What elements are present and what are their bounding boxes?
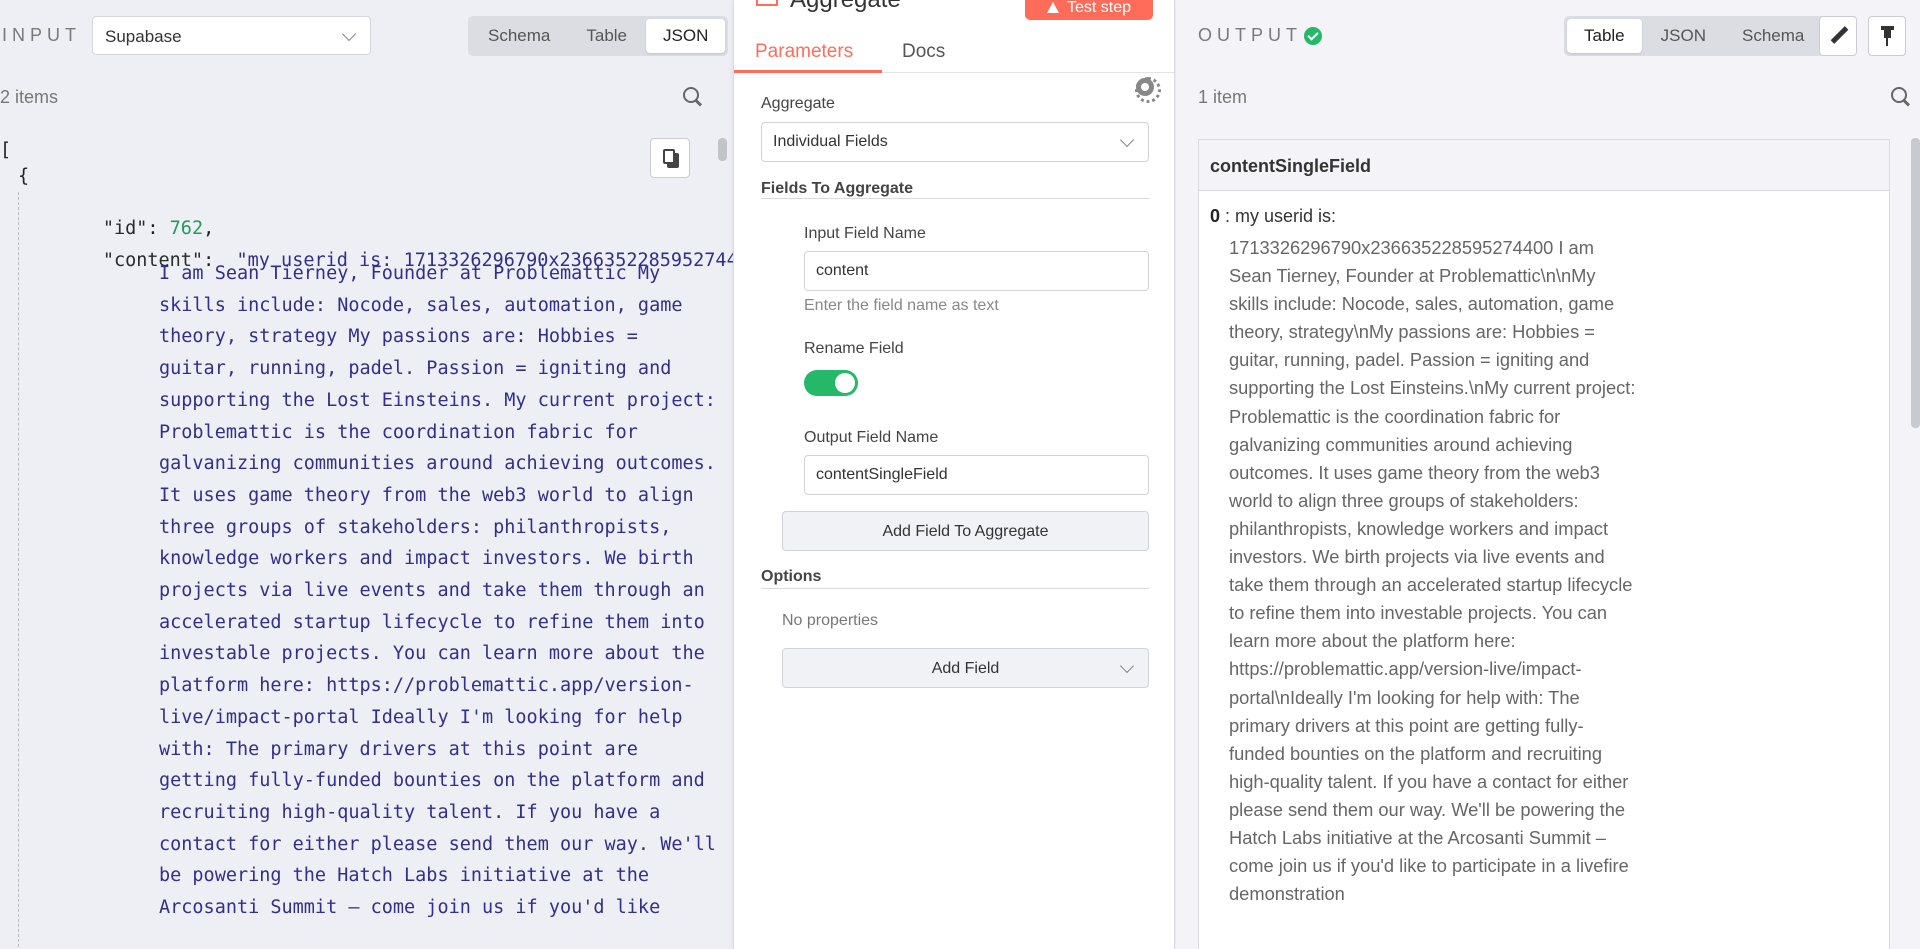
tab-docs[interactable]: Docs: [902, 41, 945, 63]
output-view-table[interactable]: Table: [1567, 19, 1642, 53]
no-properties-text: No properties: [782, 612, 879, 629]
copy-button[interactable]: [650, 138, 690, 178]
copy-icon-front: [663, 149, 675, 164]
output-label: OUTPUT: [1198, 25, 1302, 45]
output-view-json[interactable]: JSON: [1644, 19, 1723, 53]
table-row: 0 : my userid is:: [1210, 206, 1336, 227]
rename-field-toggle[interactable]: [804, 370, 858, 396]
input-panel: INPUT Supabase Schema Table JSON 2 items…: [0, 0, 733, 949]
input-field-name-input[interactable]: content: [804, 251, 1149, 291]
output-scrollbar[interactable]: [1911, 138, 1920, 428]
output-table: contentSingleField 0 : my userid is: 171…: [1198, 139, 1890, 949]
test-step-label: Test step: [1066, 0, 1132, 16]
section-divider: [761, 588, 1149, 589]
node-parameters-panel: Aggregate Test step Parameters Docs Aggr…: [733, 0, 1175, 949]
input-view-switcher: Schema Table JSON: [468, 16, 729, 56]
search-icon[interactable]: [682, 86, 704, 108]
row-index: 0: [1210, 206, 1221, 226]
input-item-count: 2 items: [0, 87, 59, 107]
input-source-value: Supabase: [105, 27, 182, 46]
json-value-content: I am Sean Tierney, Founder at Problematt…: [159, 263, 716, 919]
output-field-name-label: Output Field Name: [804, 429, 939, 446]
gear-icon[interactable]: [1135, 77, 1161, 103]
node-title: Aggregate: [790, 0, 901, 14]
input-scrollbar[interactable]: [718, 138, 727, 161]
aggregate-label: Aggregate: [761, 95, 835, 112]
input-label: INPUT: [2, 25, 81, 45]
output-field-name-input[interactable]: contentSingleField: [804, 455, 1149, 495]
aggregate-select-value: Individual Fields: [773, 133, 888, 150]
input-field-name-label: Input Field Name: [804, 225, 926, 242]
fields-to-aggregate-heading: Fields To Aggregate: [761, 180, 914, 197]
rename-field-label: Rename Field: [804, 340, 904, 357]
test-step-button[interactable]: Test step: [1025, 0, 1153, 20]
toggle-knob: [835, 373, 855, 393]
chevron-down-icon: [341, 26, 357, 42]
aggregate-select[interactable]: Individual Fields: [761, 122, 1149, 162]
options-heading: Options: [761, 568, 822, 585]
input-field-name-value: content: [816, 262, 869, 279]
input-view-json[interactable]: JSON: [646, 19, 726, 53]
aggregate-node-icon: [756, 0, 778, 6]
search-icon[interactable]: [1890, 86, 1912, 108]
pin-icon: [1881, 26, 1894, 46]
row-value: 1713326296790x236635228595274400 I am Se…: [1229, 237, 1636, 905]
column-header: contentSingleField: [1199, 140, 1889, 191]
tab-parameters[interactable]: Parameters: [755, 41, 853, 63]
row-first-line: : my userid is:: [1225, 206, 1337, 226]
output-view-switcher: Table JSON Schema: [1564, 16, 1825, 56]
output-panel: OUTPUT Table JSON Schema 1 item contentS…: [1176, 0, 1920, 949]
input-source-select[interactable]: Supabase: [92, 16, 371, 55]
output-field-name-value: contentSingleField: [816, 466, 948, 483]
input-view-table[interactable]: Table: [569, 19, 644, 53]
add-field-to-aggregate-button[interactable]: Add Field To Aggregate: [782, 511, 1149, 551]
add-field-label: Add Field: [931, 660, 1000, 677]
active-tab-indicator: [734, 70, 882, 73]
section-divider: [761, 198, 1149, 199]
node-tabs: Parameters Docs: [734, 36, 1174, 103]
chevron-down-icon: [1119, 658, 1135, 674]
edit-output-button[interactable]: [1819, 16, 1857, 56]
add-field-dropdown[interactable]: Add Field: [782, 648, 1149, 688]
input-view-schema[interactable]: Schema: [471, 19, 567, 53]
chevron-down-icon: [1119, 132, 1135, 148]
input-field-hint: Enter the field name as text: [804, 297, 999, 314]
success-check-icon: [1304, 27, 1322, 45]
json-open-brace: {: [18, 166, 30, 187]
output-view-schema[interactable]: Schema: [1725, 19, 1821, 53]
flask-icon: [1046, 2, 1059, 13]
output-item-count: 1 item: [1198, 87, 1248, 107]
pencil-icon: [1830, 26, 1849, 44]
json-indent-guide: [18, 192, 19, 949]
json-open-bracket: [: [0, 140, 12, 161]
pin-data-button[interactable]: [1868, 16, 1906, 56]
